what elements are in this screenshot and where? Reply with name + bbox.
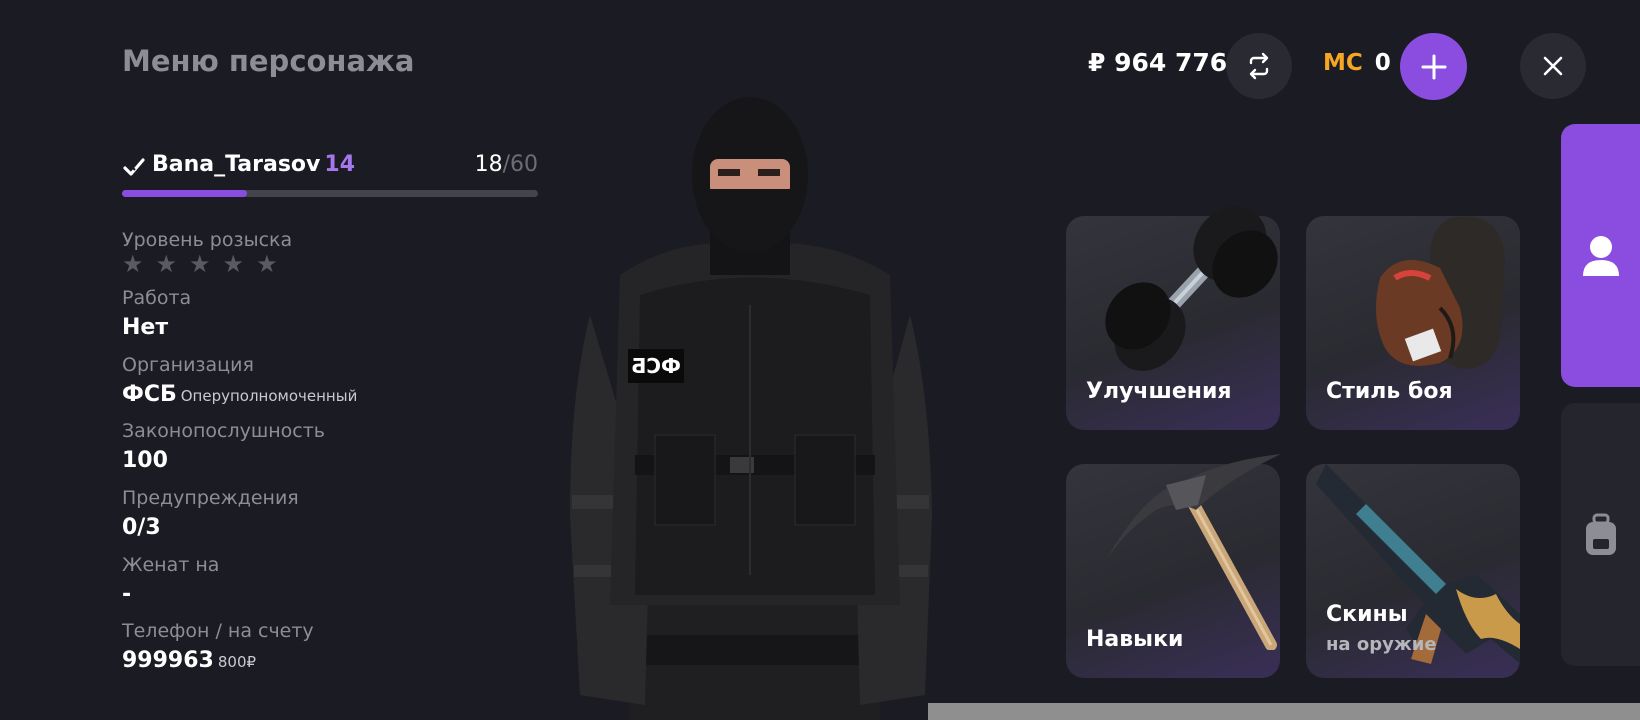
card-skills-label: Навыки: [1086, 627, 1184, 652]
player-name-line: Bana_Tarasov 14: [152, 152, 355, 177]
tab-character[interactable]: [1561, 124, 1640, 387]
character-menu: Меню персонажа ₽ 964 776 MC 0 Bana_Taras…: [0, 0, 1640, 720]
org-value-line: ФСБ Оперуполномоченный: [122, 382, 357, 407]
mc-label: MC: [1323, 50, 1363, 76]
married-value: -: [122, 582, 132, 607]
wanted-star-icon: ★: [256, 250, 278, 278]
verified-icon: [123, 158, 145, 176]
pickaxe-icon: [1106, 454, 1280, 650]
org-value: ФСБ: [122, 382, 177, 407]
job-label: Работа: [122, 287, 192, 309]
wanted-label: Уровень розыска: [122, 229, 293, 251]
phone-balance: 800₽: [217, 653, 257, 671]
warnings-value: 0/3: [122, 515, 161, 540]
plus-icon: [1421, 54, 1446, 79]
card-upgrades-label: Улучшения: [1086, 379, 1232, 404]
law-label: Законопослушность: [122, 420, 325, 442]
close-icon: [1543, 56, 1563, 76]
married-label: Женат на: [122, 554, 220, 576]
card-skins[interactable]: Скины на оружие: [1306, 464, 1520, 678]
card-upgrades[interactable]: Улучшения: [1066, 206, 1280, 430]
card-skills[interactable]: Навыки: [1066, 454, 1280, 678]
exchange-button[interactable]: [1226, 33, 1292, 99]
wanted-stars: ★ ★ ★ ★ ★: [122, 252, 278, 276]
mc-value: 0: [1374, 50, 1391, 76]
close-button[interactable]: [1520, 33, 1586, 99]
job-value: Нет: [122, 315, 169, 340]
card-skins-label: Скины: [1326, 602, 1408, 627]
org-rank: Оперуполномоченный: [180, 387, 358, 405]
fsb-patch: ФСБ: [631, 354, 681, 378]
user-icon: [1582, 235, 1619, 276]
wanted-star-icon: ★: [155, 250, 178, 278]
add-mc-button[interactable]: [1400, 33, 1467, 100]
character-model: ФСБ: [570, 97, 932, 720]
xp-current: 18: [474, 152, 503, 177]
card-skins-sub: на оружие: [1326, 634, 1437, 655]
tab-inventory[interactable]: [1561, 403, 1640, 666]
phone-label: Телефон / на счету: [122, 620, 314, 642]
backpack-icon: [1585, 513, 1616, 555]
wanted-star-icon: ★: [189, 250, 211, 278]
exchange-icon: [1249, 52, 1269, 80]
wanted-star-icon: ★: [222, 250, 245, 278]
org-label: Организация: [122, 354, 254, 376]
xp-separator: /: [502, 152, 510, 177]
bottom-strip: [928, 703, 1640, 720]
money-balance: ₽ 964 776: [1088, 48, 1228, 77]
xp-progress-bar: [122, 190, 538, 197]
wanted-star-icon: ★: [122, 250, 144, 278]
boxing-gloves-icon: [1376, 216, 1505, 369]
law-value: 100: [122, 448, 168, 473]
warnings-label: Предупреждения: [122, 487, 299, 509]
xp-counter: 18/60: [475, 152, 538, 177]
card-fight-style[interactable]: Стиль боя: [1306, 216, 1520, 430]
dumbbell-icon: [1105, 206, 1278, 371]
phone-value-line: 999963 800₽: [122, 648, 256, 673]
xp-max: 60: [510, 152, 538, 177]
player-level: 14: [324, 152, 356, 177]
player-name: Bana_Tarasov: [152, 152, 321, 177]
card-fight-style-label: Стиль боя: [1326, 379, 1453, 404]
player-header: Bana_Tarasov 14 18/60: [122, 152, 538, 182]
xp-progress-fill: [122, 190, 247, 197]
phone-number: 999963: [122, 648, 214, 673]
page-title: Меню персонажа: [122, 44, 415, 78]
mc-balance: MC 0: [1323, 50, 1391, 76]
